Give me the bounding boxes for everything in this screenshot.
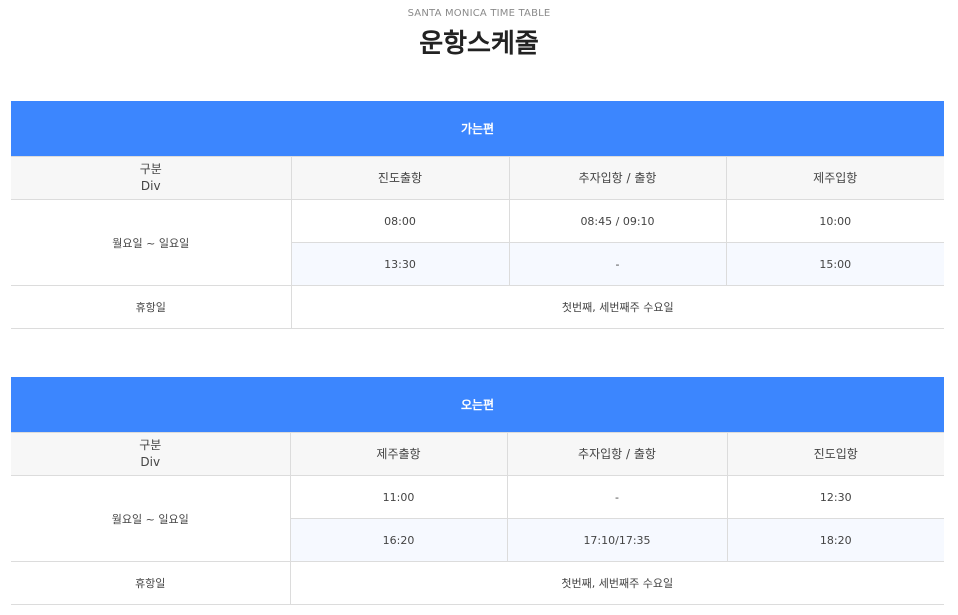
page-title: 운항스케줄 — [419, 29, 539, 59]
outbound-schedule-table: 가는편 구분 Div 진도출항 추자입항 / 출항 제주입항 월요일 ~ 일요일… — [11, 101, 944, 329]
time-cell: 10:00 — [725, 199, 944, 243]
time-cell: 12:30 — [726, 475, 944, 519]
div-label-en: Div — [140, 179, 161, 193]
column-header: 제주출항 — [289, 432, 507, 476]
outbound-banner: 가는편 — [11, 101, 944, 157]
return-banner: 오는편 — [11, 377, 944, 433]
time-cell: 15:00 — [725, 242, 944, 286]
time-cell: - — [506, 475, 727, 519]
holiday-row: 휴항일 첫번째, 세번째주 수요일 — [11, 561, 944, 605]
column-header: 진도입항 — [726, 432, 944, 476]
time-cell: 08:45 / 09:10 — [508, 199, 726, 243]
holiday-label: 휴항일 — [11, 561, 290, 605]
table-row: 월요일 ~ 일요일 08:00 08:45 / 09:10 10:00 — [11, 199, 944, 286]
div-label-ko: 구분 — [139, 438, 162, 452]
holiday-label: 휴항일 — [11, 285, 291, 329]
time-cell: 13:30 — [290, 242, 509, 286]
div-label-en: Div — [140, 455, 161, 469]
day-range-label: 월요일 ~ 일요일 — [11, 199, 291, 286]
time-cell: 16:20 — [289, 518, 507, 562]
day-range-label: 월요일 ~ 일요일 — [11, 475, 290, 562]
column-header: 추자입항 / 출항 — [506, 432, 727, 476]
table-row: 월요일 ~ 일요일 11:00 - 12:30 — [11, 475, 944, 562]
holiday-value: 첫번째, 세번째주 수요일 — [290, 285, 944, 329]
time-cell: 11:00 — [289, 475, 507, 519]
column-header: 제주입항 — [725, 156, 944, 200]
table-header-row: 구분 Div 진도출항 추자입항 / 출항 제주입항 — [11, 156, 944, 200]
table-header-row: 구분 Div 제주출항 추자입항 / 출항 진도입항 — [11, 432, 944, 476]
div-header: 구분 Div — [11, 432, 290, 476]
time-cell: 17:10/17:35 — [506, 518, 727, 562]
time-cell: - — [508, 242, 726, 286]
div-header: 구분 Div — [11, 156, 291, 200]
holiday-row: 휴항일 첫번째, 세번째주 수요일 — [11, 285, 944, 329]
div-label-ko: 구분 — [139, 162, 162, 176]
return-schedule-table: 오는편 구분 Div 제주출항 추자입항 / 출항 진도입항 월요일 ~ 일요일… — [11, 377, 944, 605]
column-header: 진도출항 — [290, 156, 509, 200]
time-cell: 18:20 — [726, 518, 944, 562]
holiday-value: 첫번째, 세번째주 수요일 — [289, 561, 944, 605]
time-cell: 08:00 — [290, 199, 509, 243]
page-subtitle: SANTA MONICA TIME TABLE — [407, 8, 551, 19]
column-header: 추자입항 / 출항 — [508, 156, 726, 200]
